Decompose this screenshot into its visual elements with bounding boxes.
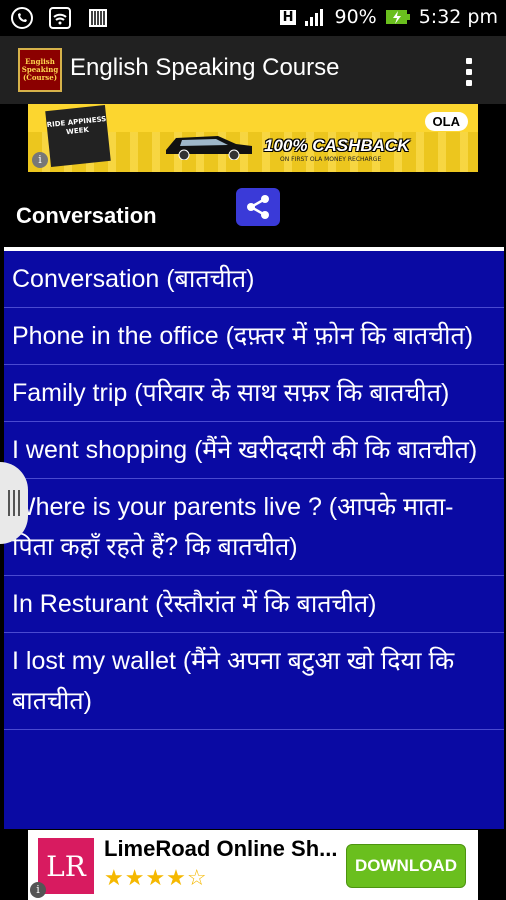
conversation-list[interactable]: Conversation (बातचीत) Phone in the offic… — [4, 251, 504, 829]
list-item[interactable]: Where is your parents live ? (आपके माता-… — [4, 479, 504, 576]
status-time: 5:32 pm — [418, 6, 498, 28]
ad-headline: 100% CASHBACK — [264, 136, 410, 155]
share-icon — [247, 195, 269, 219]
ad-subtext: ON FIRST OLA MONEY RECHARGE — [280, 156, 382, 163]
wifi-icon — [49, 7, 71, 29]
list-item[interactable]: I lost my wallet (मैंने अपना बटुआ खो दिय… — [4, 633, 504, 730]
limeroad-logo: LR — [38, 838, 94, 894]
car-image — [166, 136, 252, 160]
app-logo: English Speaking (Course) — [18, 48, 62, 92]
whatsapp-icon — [11, 7, 33, 29]
list-item[interactable]: I went shopping (मैंने खरीददारी की कि बा… — [4, 422, 504, 479]
list-item[interactable]: Family trip (परिवार के साथ सफ़र कि बातची… — [4, 365, 504, 422]
signal-icon — [305, 9, 324, 26]
status-bar: H 90% 5:32 pm — [0, 0, 506, 36]
ad-info-icon[interactable]: i — [30, 882, 46, 898]
overflow-menu-icon[interactable] — [466, 58, 472, 91]
app-bar: English Speaking (Course) English Speaki… — [0, 36, 506, 104]
app-title: English Speaking Course — [70, 54, 340, 81]
battery-charging-icon — [385, 10, 410, 24]
conversation-panel: Conversation Conversation (बातचीत) Phone… — [4, 175, 504, 829]
bottom-ad-banner[interactable]: LR LimeRoad Online Sh... ★★★★☆ DOWNLOAD … — [28, 830, 478, 900]
ad-info-icon[interactable]: i — [32, 152, 48, 168]
share-button[interactable] — [236, 188, 280, 226]
top-ad-banner[interactable]: RIDE APPINESS WEEK 100% CASHBACK ON FIRS… — [28, 104, 478, 172]
ola-logo: OLA — [424, 112, 468, 131]
ad-title: LimeRoad Online Sh... — [104, 836, 338, 861]
download-button[interactable]: DOWNLOAD — [346, 844, 466, 888]
ad-badge: RIDE APPINESS WEEK — [45, 105, 111, 167]
barcode-icon — [89, 9, 107, 27]
list-item[interactable]: In Resturant (रेस्तौरांत में कि बातचीत) — [4, 576, 504, 633]
panel-header: Conversation — [4, 175, 504, 247]
network-type-badge: H — [279, 9, 297, 25]
rating-stars: ★★★★☆ — [104, 866, 208, 891]
list-item[interactable]: Conversation (बातचीत) — [4, 251, 504, 308]
list-item[interactable]: Phone in the office (दफ़्तर में फ़ोन कि … — [4, 308, 504, 365]
panel-title: Conversation — [16, 203, 157, 228]
battery-percent: 90% — [334, 6, 377, 28]
